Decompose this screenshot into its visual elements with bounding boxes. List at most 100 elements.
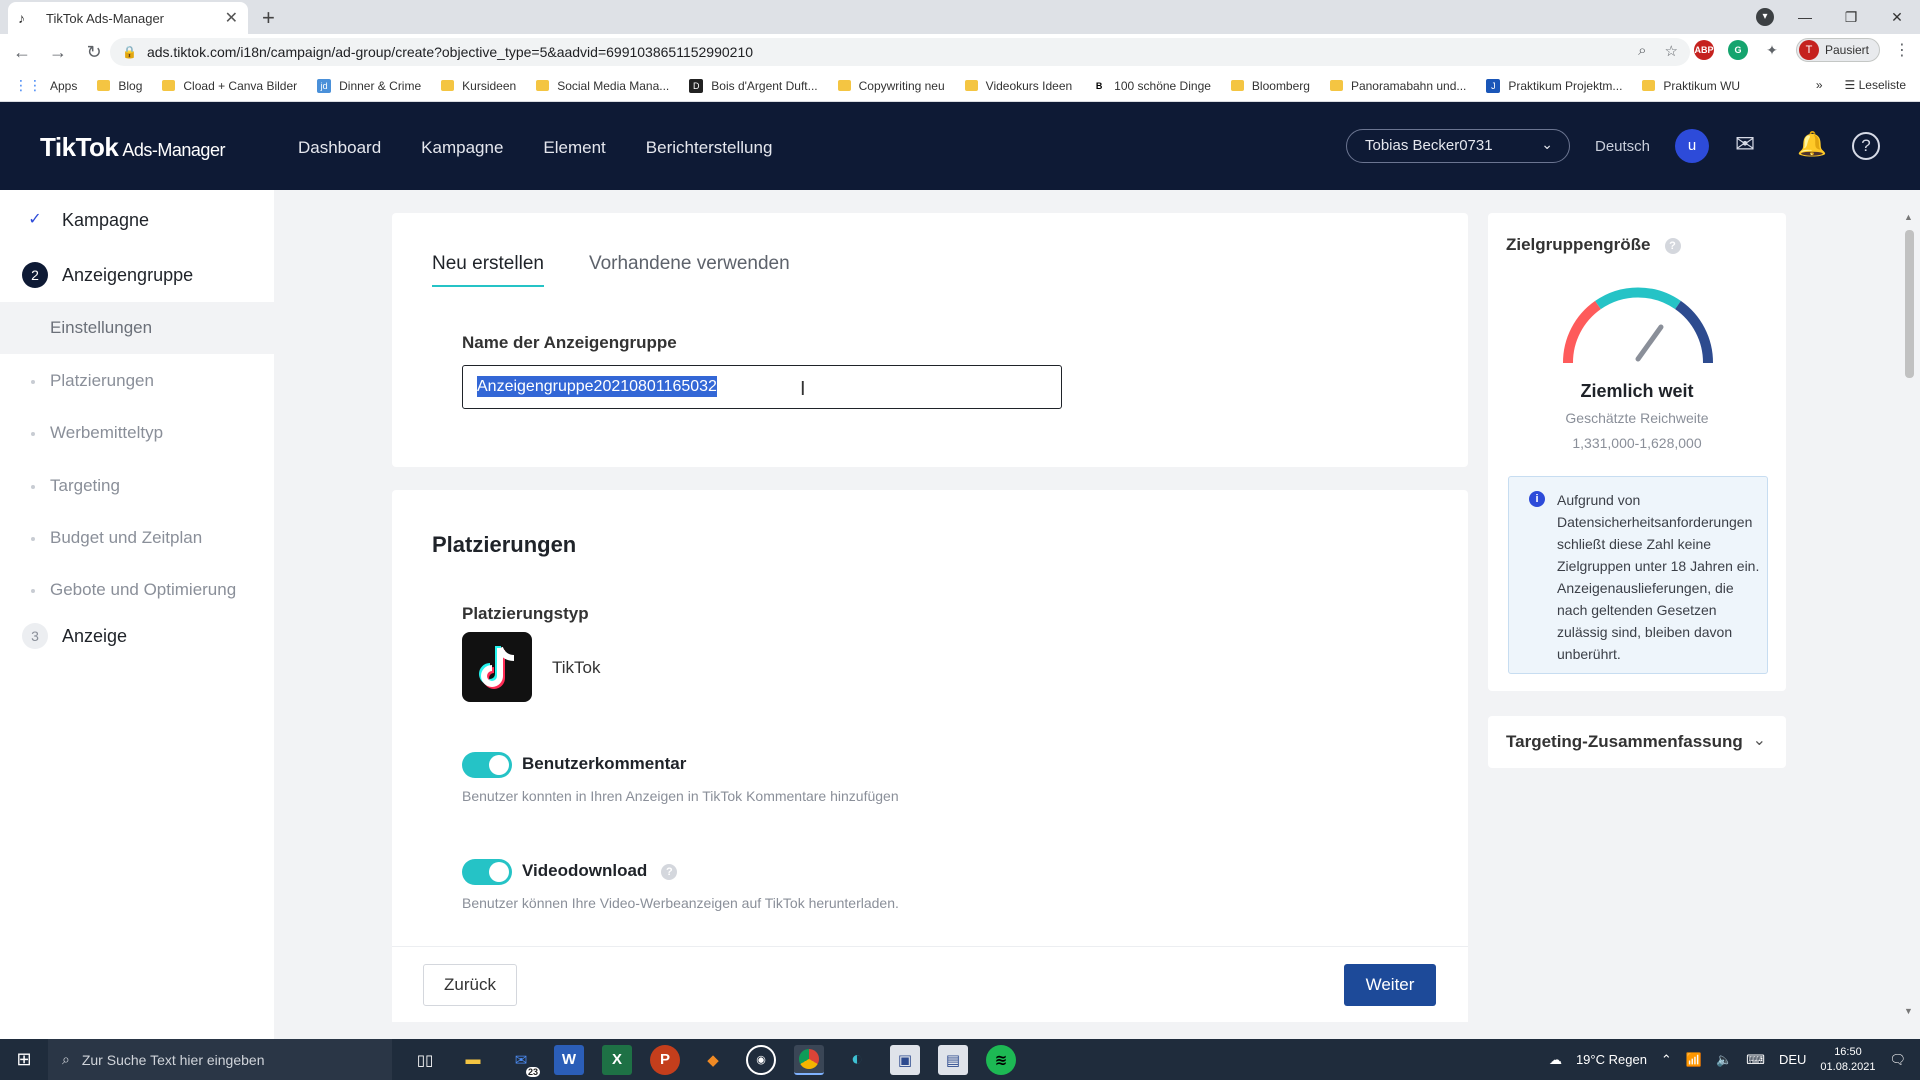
edge-icon[interactable]: ◐ bbox=[842, 1045, 872, 1075]
sidebar-item-einstellungen[interactable]: Einstellungen bbox=[0, 302, 274, 354]
browser-tab[interactable]: ♪ TikTok Ads-Manager ✕ bbox=[8, 2, 248, 34]
grammarly-extension-icon[interactable]: G bbox=[1727, 40, 1748, 60]
more-bookmarks-icon[interactable]: » bbox=[1816, 78, 1823, 92]
volume-icon[interactable]: 🔈 bbox=[1716, 1052, 1732, 1068]
sidebar-item-gebote[interactable]: Gebote und Optimierung bbox=[0, 564, 274, 616]
mail-icon[interactable]: ✉ 23 bbox=[506, 1045, 540, 1077]
network-icon[interactable]: 📶 bbox=[1686, 1052, 1702, 1068]
nav-element[interactable]: Element bbox=[543, 138, 605, 158]
tray-chevron-icon[interactable]: ⌃ bbox=[1661, 1052, 1672, 1068]
back-button[interactable]: Zurück bbox=[423, 964, 517, 1006]
adblock-extension-icon[interactable]: ABP bbox=[1693, 40, 1714, 60]
scrollbar-thumb[interactable] bbox=[1905, 230, 1914, 378]
weather-text[interactable]: 19°C Regen bbox=[1576, 1052, 1647, 1067]
chrome-icon[interactable] bbox=[794, 1044, 824, 1075]
word-icon[interactable]: W bbox=[554, 1044, 584, 1075]
reload-icon[interactable]: ↻ bbox=[80, 42, 108, 63]
bookmark-link[interactable]: jd Dinner & Crime bbox=[317, 78, 421, 93]
tiktok-ads-logo[interactable]: TikTok Ads-Manager bbox=[40, 132, 225, 163]
url-bar[interactable]: 🔒 ads.tiktok.com/i18n/campaign/ad-group/… bbox=[110, 38, 1690, 66]
notifications-icon[interactable]: 🗨 bbox=[1889, 1052, 1906, 1068]
bookmark-folder[interactable]: Videokurs Ideen bbox=[964, 79, 1072, 93]
bookmark-folder[interactable]: Kursideen bbox=[441, 79, 516, 93]
estimated-reach-label: Geschätzte Reichweite bbox=[1565, 410, 1709, 426]
zoom-icon[interactable]: ⌕ bbox=[1638, 42, 1646, 60]
sidebar-item-budget[interactable]: Budget und Zeitplan bbox=[0, 512, 274, 564]
nav-berichterstellung[interactable]: Berichterstellung bbox=[646, 138, 773, 158]
bookmark-folder[interactable]: Praktikum WU bbox=[1642, 79, 1740, 93]
site-icon: D bbox=[689, 78, 704, 93]
tab-neu-erstellen[interactable]: Neu erstellen bbox=[432, 253, 544, 287]
language-indicator[interactable]: DEU bbox=[1779, 1052, 1806, 1067]
sidebar-item-targeting[interactable]: Targeting bbox=[0, 460, 274, 512]
obs-icon[interactable]: ◉ bbox=[746, 1044, 776, 1075]
tiktok-logo-icon[interactable] bbox=[462, 632, 532, 702]
nav-kampagne[interactable]: Kampagne bbox=[421, 138, 503, 158]
bookmark-folder[interactable]: Social Media Mana... bbox=[536, 79, 669, 93]
kebab-menu-icon[interactable]: ⋮ bbox=[1894, 40, 1910, 60]
mail-badge: 23 bbox=[525, 1066, 540, 1077]
bookmark-link[interactable]: D Bois d'Argent Duft... bbox=[689, 78, 818, 93]
spotify-icon[interactable]: ≋ bbox=[986, 1044, 1016, 1075]
bookmark-folder[interactable]: Blog bbox=[97, 79, 142, 93]
puzzle-extensions-icon[interactable]: ✦ bbox=[1761, 40, 1782, 60]
help-icon[interactable]: ? bbox=[1664, 237, 1681, 254]
page-scrollbar[interactable]: ▲ ▼ bbox=[1902, 212, 1916, 1016]
next-button[interactable]: Weiter bbox=[1344, 964, 1436, 1006]
inbox-icon[interactable]: ✉ bbox=[1735, 130, 1755, 159]
task-view-icon[interactable]: ▯▯ bbox=[410, 1045, 440, 1075]
scroll-up-arrow-icon[interactable]: ▲ bbox=[1904, 212, 1913, 222]
bell-icon[interactable]: 🔔 bbox=[1797, 130, 1827, 159]
account-selector[interactable]: Tobias Becker0731 ⌄ bbox=[1346, 129, 1570, 163]
bookmark-apps[interactable]: ⋮⋮ Apps bbox=[14, 77, 77, 94]
nav-dashboard[interactable]: Dashboard bbox=[298, 138, 381, 158]
app-icon[interactable]: ▤ bbox=[938, 1044, 968, 1075]
windows-start-icon[interactable]: ⊞ bbox=[0, 1049, 48, 1070]
sidebar-step-anzeige[interactable]: 3 Anzeige bbox=[22, 623, 127, 649]
language-selector[interactable]: Deutsch bbox=[1595, 138, 1650, 155]
close-tab-icon[interactable]: ✕ bbox=[225, 8, 238, 28]
adgroup-name-input[interactable]: Anzeigengruppe20210801165032 bbox=[462, 365, 1062, 409]
lock-icon[interactable]: 🔒 bbox=[122, 45, 137, 59]
chevron-down-icon[interactable]: ⌄ bbox=[1753, 730, 1766, 750]
app-icon[interactable]: ◆ bbox=[698, 1045, 728, 1075]
help-icon[interactable]: ? bbox=[661, 863, 678, 880]
tab-search-icon[interactable]: ▾ bbox=[1756, 8, 1774, 26]
sidebar-item-platzierungen[interactable]: Platzierungen bbox=[0, 355, 274, 407]
new-tab-icon[interactable]: + bbox=[262, 5, 275, 31]
bookmark-folder[interactable]: Copywriting neu bbox=[837, 79, 945, 93]
sidebar-item-werbemitteltyp[interactable]: Werbemitteltyp bbox=[0, 407, 274, 459]
powerpoint-icon[interactable]: P bbox=[650, 1044, 680, 1075]
bookmark-folder[interactable]: Bloomberg bbox=[1230, 79, 1310, 93]
scroll-down-arrow-icon[interactable]: ▼ bbox=[1904, 1006, 1913, 1016]
user-comment-toggle[interactable] bbox=[462, 752, 512, 778]
sidebar-step-anzeigengruppe[interactable]: 2 Anzeigengruppe bbox=[22, 262, 193, 288]
back-arrow-icon[interactable]: ← bbox=[8, 42, 36, 63]
sidebar-step-kampagne[interactable]: ✓ Kampagne bbox=[22, 207, 149, 233]
excel-icon[interactable]: X bbox=[602, 1044, 632, 1075]
restore-icon[interactable]: ❐ bbox=[1828, 9, 1874, 26]
folder-icon bbox=[536, 80, 550, 91]
user-avatar[interactable]: u bbox=[1675, 129, 1709, 163]
site-icon: jd bbox=[317, 78, 332, 93]
profile-button[interactable]: T Pausiert bbox=[1795, 38, 1880, 62]
forward-arrow-icon[interactable]: → bbox=[44, 42, 72, 63]
help-icon[interactable]: ? bbox=[1852, 132, 1880, 160]
taskbar-search[interactable]: ⌕ Zur Suche Text hier eingeben bbox=[48, 1039, 392, 1080]
reading-list-button[interactable]: ☰ Leseliste bbox=[1845, 78, 1906, 92]
close-window-icon[interactable]: ✕ bbox=[1874, 9, 1920, 26]
bookmark-star-icon[interactable]: ☆ bbox=[1665, 42, 1678, 60]
tab-vorhandene-verwenden[interactable]: Vorhandene verwenden bbox=[589, 253, 790, 287]
bookmark-folder[interactable]: Panoramabahn und... bbox=[1329, 79, 1466, 93]
weather-icon[interactable]: ☁ bbox=[1549, 1052, 1562, 1068]
video-download-toggle[interactable] bbox=[462, 859, 512, 885]
minimize-icon[interactable]: — bbox=[1782, 9, 1828, 25]
clock[interactable]: 16:50 01.08.2021 bbox=[1820, 1045, 1875, 1075]
bookmark-link[interactable]: J Praktikum Projektm... bbox=[1486, 78, 1622, 93]
bookmark-folder[interactable]: Cload + Canva Bilder bbox=[162, 79, 297, 93]
targeting-summary-card[interactable]: Targeting-Zusammenfassung ⌄ bbox=[1488, 716, 1786, 768]
keyboard-icon[interactable]: ⌨ bbox=[1746, 1052, 1765, 1068]
file-explorer-icon[interactable]: ▬ bbox=[458, 1045, 488, 1075]
bookmark-link[interactable]: B 100 schöne Dinge bbox=[1092, 78, 1211, 93]
app-icon[interactable]: ▣ bbox=[890, 1044, 920, 1075]
